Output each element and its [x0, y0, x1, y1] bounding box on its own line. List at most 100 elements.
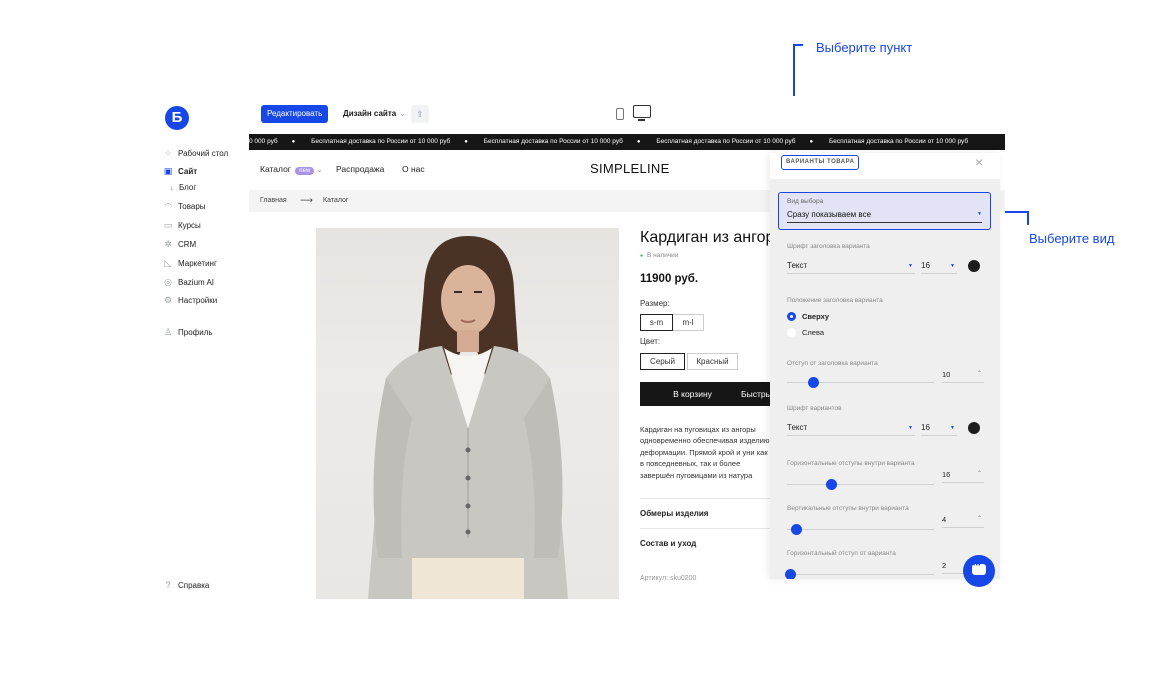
position-left-radio[interactable]: Слева [787, 328, 824, 337]
callout-top-hook [793, 44, 803, 46]
sidebar-item-label: Профиль [178, 327, 213, 337]
panel-header: ВАРИАНТЫ ТОВАРА × [770, 153, 1000, 179]
stepper-icon: ⌃ [976, 471, 982, 477]
mobile-view-icon[interactable] [616, 108, 624, 120]
sidebar-item-settings[interactable]: ⚙ Настройки [163, 293, 217, 307]
sidebar: Б ⁘ Рабочий стол ▣ Сайт ˪ Блог ◠ Товары … [155, 96, 249, 599]
sidebar-item-label: CRM [178, 239, 197, 249]
stepper-icon: ⌃ [976, 371, 982, 377]
nav-catalog[interactable]: Каталог new ⌄ [260, 164, 323, 175]
bag-icon: ◠ [164, 201, 172, 211]
sidebar-item-products[interactable]: ◠ Товары [163, 199, 206, 213]
ticker-text: Бесплатная доставка по России от 10 000 … [828, 138, 969, 145]
chevron-down-icon: ▼ [908, 425, 913, 431]
ticker-text: Бесплатная доставка по России от 10 000 … [483, 138, 623, 145]
sidebar-item-label: Рабочий стол [178, 148, 229, 158]
slider-thumb[interactable] [808, 377, 819, 388]
selection-type-label: Вид выбора [787, 198, 824, 205]
title-font-select[interactable]: Текст ▼ [787, 261, 915, 274]
title-font-size-select[interactable]: 16 ▼ [921, 261, 957, 274]
site-icon: ▣ [163, 166, 173, 176]
nav-about[interactable]: О нас [402, 164, 425, 174]
callout-right-hook [1027, 211, 1029, 225]
chevron-down-icon: ⌄ [399, 109, 406, 118]
h-gap-slider[interactable] [787, 574, 934, 575]
accordion-measurements[interactable]: Обмеры изделия [640, 498, 780, 528]
site-design-dropdown[interactable]: Дизайн сайта ⌄ [343, 105, 406, 123]
h-padding-input[interactable]: 16 ⌃ [942, 470, 984, 483]
color-option[interactable]: Красный [687, 353, 738, 370]
sidebar-item-marketing[interactable]: ◺ Маркетинг [163, 256, 217, 270]
store-brand[interactable]: SIMPLELINE [590, 161, 670, 176]
v-padding-input[interactable]: 4 ⌃ [942, 515, 984, 528]
close-icon[interactable]: × [975, 154, 983, 170]
chevron-down-icon: ▼ [950, 425, 955, 431]
title-color-swatch[interactable] [968, 260, 980, 272]
variant-font-size-select[interactable]: 16 ▼ [921, 423, 957, 436]
variant-font-size-value: 16 [921, 423, 930, 432]
h-padding-label: Горизонтальные отступы внутри варианта [787, 460, 915, 467]
variant-font-select[interactable]: Текст ▼ [787, 423, 915, 436]
product-price: 11900 руб. [640, 273, 699, 285]
size-option[interactable]: m-l [673, 314, 704, 331]
chat-icon[interactable] [963, 555, 995, 587]
breadcrumb-home[interactable]: Главная [260, 197, 287, 204]
sidebar-item-label: Курсы [178, 220, 201, 230]
selection-type-select[interactable]: Вид выбора Сразу показываем все ▼ [778, 192, 991, 230]
share-icon[interactable]: ⇧ [411, 105, 429, 123]
breadcrumb-current[interactable]: Каталог [323, 197, 348, 204]
desktop-view-icon[interactable] [633, 105, 651, 121]
panel-section-tag[interactable]: ВАРИАНТЫ ТОВАРА [781, 155, 860, 170]
edit-button[interactable]: Редактировать [261, 105, 329, 123]
slider-thumb[interactable] [826, 479, 837, 490]
h-padding-slider[interactable] [787, 484, 934, 485]
sidebar-item-blog[interactable]: ˪ Блог [169, 180, 197, 194]
sidebar-item-courses[interactable]: ▭ Курсы [163, 218, 201, 232]
product-sku: Артикул: sku0200 [640, 575, 697, 582]
sidebar-item-profile[interactable]: ♙ Профиль [163, 325, 213, 339]
chevron-down-icon: ▼ [908, 263, 913, 269]
slider-thumb[interactable] [785, 569, 796, 579]
position-top-radio[interactable]: Сверху [787, 312, 829, 321]
stock-status: В наличии [640, 252, 678, 259]
sidebar-item-crm[interactable]: ✲ CRM [163, 237, 196, 251]
sidebar-item-label: Маркетинг [178, 258, 217, 268]
ai-icon: ◎ [164, 277, 172, 287]
sidebar-item-label: Bazium AI [178, 277, 215, 287]
title-offset-input[interactable]: 10 ⌃ [942, 370, 984, 383]
sidebar-item-help[interactable]: ? Справка [163, 578, 209, 592]
editor-toolbar: Редактировать Дизайн сайта ⌄ ⇧ [249, 96, 1005, 134]
crm-icon: ✲ [164, 239, 172, 249]
slider-thumb[interactable] [791, 524, 802, 535]
gear-icon: ⚙ [163, 295, 173, 305]
variant-color-swatch[interactable] [968, 422, 980, 434]
ticker-text: Бесплатная доставка по России от 10 000 … [311, 138, 451, 145]
sidebar-item-label: Блог [179, 182, 197, 192]
accordion-composition[interactable]: Состав и уход [640, 528, 780, 558]
variant-font-value: Текст [787, 423, 808, 432]
sidebar-item-label: Настройки [178, 295, 218, 305]
radio-label: Сверху [802, 312, 830, 321]
title-offset-value: 10 [942, 370, 951, 379]
user-icon: ♙ [163, 327, 173, 337]
question-icon: ? [165, 580, 171, 590]
radio-checked-icon [787, 312, 796, 321]
ticker-text: Бесплатная доставка по России от 10 000 … [656, 138, 796, 145]
nav-sale[interactable]: Распродажа [336, 164, 384, 174]
v-padding-slider[interactable] [787, 529, 934, 530]
sidebar-item-ai[interactable]: ◎ Bazium AI [163, 275, 214, 289]
h-padding-value: 16 [942, 470, 951, 479]
product-description: Кардиган на пуговицах из ангоры одноврем… [640, 425, 770, 480]
v-padding-label: Вертикальные отступы внутри варианта [787, 505, 909, 512]
sidebar-item-label: Товары [178, 201, 206, 211]
chevron-down-icon: ▼ [977, 211, 982, 217]
sidebar-item-site[interactable]: ▣ Сайт [163, 164, 197, 178]
product-photo[interactable] [316, 228, 619, 599]
chevron-down-icon: ⌄ [316, 167, 323, 174]
brand-logo[interactable]: Б [165, 106, 189, 130]
sidebar-item-dashboard[interactable]: ⁘ Рабочий стол [163, 146, 228, 160]
marketing-icon: ◺ [164, 258, 172, 268]
promo-ticker: 0 000 руб ● Бесплатная доставка по России… [249, 134, 1005, 150]
size-option[interactable]: s-m [640, 314, 673, 331]
color-option[interactable]: Серый [640, 353, 685, 370]
